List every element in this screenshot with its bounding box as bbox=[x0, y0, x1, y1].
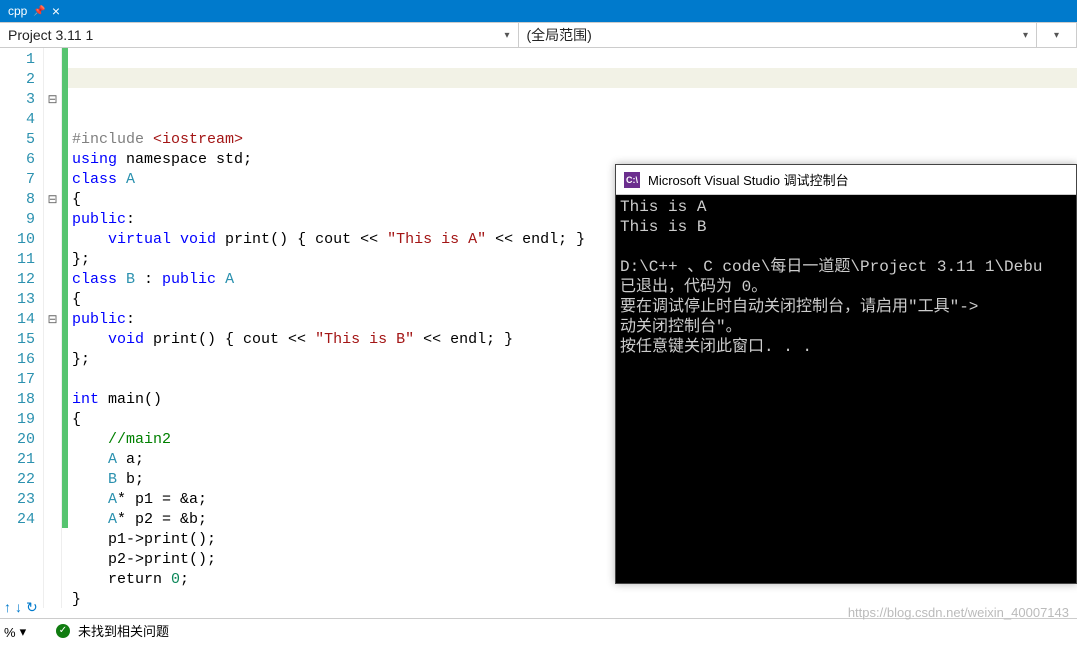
pin-icon[interactable]: 📌 bbox=[33, 6, 45, 17]
console-title-text: Microsoft Visual Studio 调试控制台 bbox=[648, 170, 849, 189]
chevron-down-icon: ▾ bbox=[504, 30, 509, 41]
status-bar: %▾ ✓ 未找到相关问题 bbox=[0, 618, 1077, 642]
navigation-bar: Project 3.11 1 ▾ (全局范围) ▾ ▾ bbox=[0, 22, 1077, 48]
debug-console-window[interactable]: C:\ Microsoft Visual Studio 调试控制台 This i… bbox=[615, 164, 1077, 584]
arrow-down-icon[interactable]: ↓ bbox=[15, 599, 22, 616]
status-text: 未找到相关问题 bbox=[78, 621, 169, 640]
console-output[interactable]: This is A This is B D:\C++ 、C code\每日一道题… bbox=[616, 195, 1076, 583]
console-icon: C:\ bbox=[624, 172, 640, 188]
chevron-down-icon: ▾ bbox=[20, 624, 27, 640]
tab-label: cpp bbox=[8, 4, 27, 18]
tab-bar: cpp 📌 × bbox=[0, 0, 1077, 22]
check-icon: ✓ bbox=[56, 624, 70, 638]
zoom-dropdown[interactable]: %▾ bbox=[0, 622, 30, 642]
dropdown-label: Project 3.11 1 bbox=[8, 27, 93, 43]
console-titlebar[interactable]: C:\ Microsoft Visual Studio 调试控制台 bbox=[616, 165, 1076, 195]
line-number-gutter: 123456789101112131415161718192021222324 bbox=[0, 48, 44, 608]
dropdown-label: (全局范围) bbox=[527, 25, 592, 45]
chevron-down-icon: ▾ bbox=[1023, 30, 1028, 41]
file-tab[interactable]: cpp 📌 × bbox=[0, 0, 68, 22]
fold-gutter[interactable]: ⊟ ⊟ ⊟ bbox=[44, 48, 62, 608]
chevron-down-icon: ▾ bbox=[1054, 30, 1059, 41]
project-scope-dropdown[interactable]: Project 3.11 1 ▾ bbox=[0, 23, 519, 47]
refresh-icon[interactable]: ↻ bbox=[26, 599, 38, 616]
symbol-scope-dropdown[interactable]: (全局范围) ▾ bbox=[519, 23, 1038, 47]
editor-corner-tools: ↑ ↓ ↻ bbox=[4, 599, 38, 616]
current-line-highlight bbox=[68, 68, 1077, 88]
arrow-up-icon[interactable]: ↑ bbox=[4, 599, 11, 616]
close-icon[interactable]: × bbox=[52, 3, 60, 19]
watermark: https://blog.csdn.net/weixin_40007143 bbox=[848, 605, 1069, 620]
member-dropdown[interactable]: ▾ bbox=[1037, 23, 1077, 47]
